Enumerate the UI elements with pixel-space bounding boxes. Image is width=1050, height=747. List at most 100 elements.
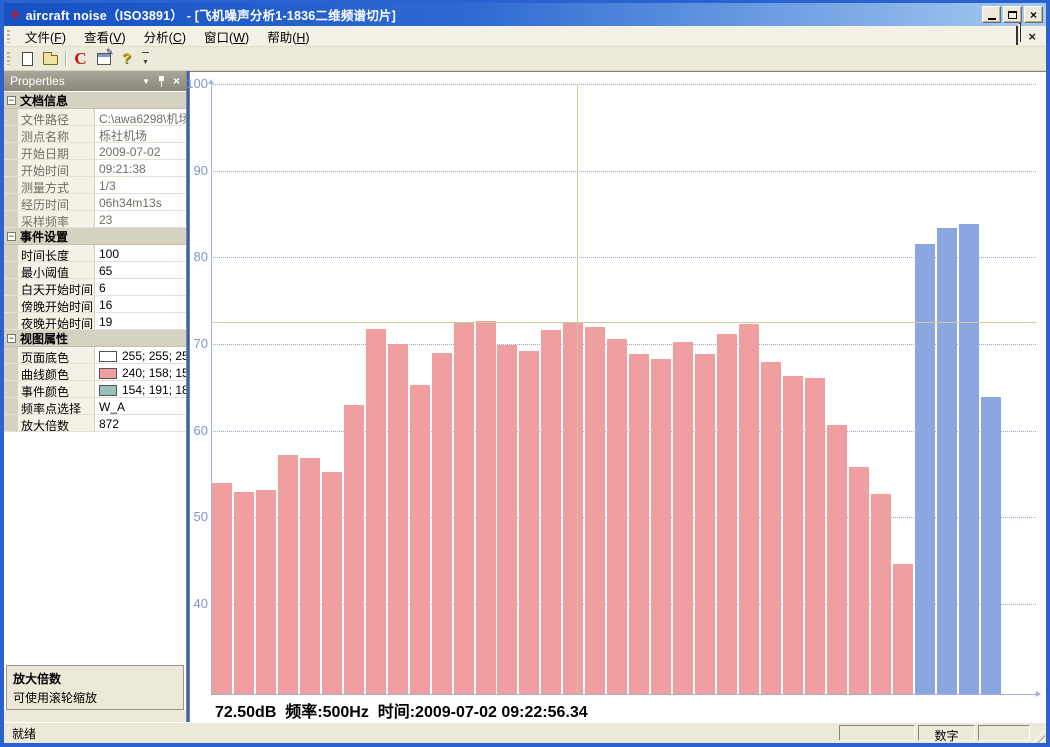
- property-label: 测点名称: [18, 126, 95, 142]
- menu-item-V[interactable]: 查看(V): [75, 25, 135, 48]
- property-value[interactable]: 65: [95, 262, 186, 278]
- property-label: 最小阈值: [18, 262, 95, 278]
- property-value[interactable]: 16: [95, 296, 186, 312]
- app-airplane-icon: ✈: [9, 6, 22, 24]
- property-value[interactable]: 栎社机场: [95, 126, 186, 142]
- category-row[interactable]: −文档信息: [4, 92, 186, 109]
- spectrum-bar[interactable]: [541, 330, 561, 694]
- property-value[interactable]: 6: [95, 279, 186, 295]
- spectrum-bar[interactable]: [717, 334, 737, 694]
- spectrum-bar[interactable]: [563, 322, 583, 694]
- property-value[interactable]: 23: [95, 211, 186, 227]
- property-value[interactable]: 100: [95, 245, 186, 261]
- toolbar-drag-handle[interactable]: [7, 52, 10, 65]
- property-label: 采样频率: [18, 211, 95, 227]
- spectrum-bar[interactable]: [410, 385, 430, 694]
- row-indent: [4, 262, 18, 278]
- spectrum-bar[interactable]: [673, 342, 693, 694]
- property-label: 夜晚开始时间: [18, 313, 95, 329]
- category-row[interactable]: −视图属性: [4, 330, 186, 347]
- property-value[interactable]: 240; 158; 15: [95, 364, 186, 380]
- spectrum-bar[interactable]: [300, 458, 320, 694]
- property-value[interactable]: 1/3: [95, 177, 186, 193]
- spectrum-bar[interactable]: [849, 467, 869, 694]
- panel-pin-icon[interactable]: [157, 76, 166, 87]
- spectrum-bar[interactable]: [476, 321, 496, 694]
- property-value[interactable]: 154; 191; 18: [95, 381, 186, 397]
- spectrum-bar[interactable]: [783, 376, 803, 694]
- spectrum-bar[interactable]: [366, 329, 386, 694]
- property-value[interactable]: 06h34m13s: [95, 194, 186, 210]
- property-value[interactable]: W_A: [95, 398, 186, 414]
- properties-button[interactable]: [92, 48, 115, 69]
- spectrum-bar[interactable]: [454, 323, 474, 694]
- y-gridline: [211, 171, 1036, 172]
- spectrum-bar[interactable]: [915, 244, 935, 694]
- spectrum-bar[interactable]: [871, 494, 891, 694]
- property-value[interactable]: 872: [95, 415, 186, 431]
- spectrum-bar[interactable]: [278, 455, 298, 694]
- title-bar[interactable]: ✈ aircraft noise（ISO3891） - [飞机噪声分析1-183…: [4, 3, 1046, 26]
- status-boxes: 数字: [839, 725, 1046, 741]
- analysis-button[interactable]: C: [69, 48, 92, 69]
- properties-panel-header: Properties ▼ ×: [4, 71, 186, 91]
- menu-item-W[interactable]: 窗口(W): [195, 25, 258, 48]
- menu-item-H[interactable]: 帮助(H): [258, 25, 318, 48]
- spectrum-bar[interactable]: [805, 378, 825, 694]
- spectrum-bar[interactable]: [761, 362, 781, 694]
- open-file-button[interactable]: [39, 48, 62, 69]
- spectrum-bar[interactable]: [937, 228, 957, 694]
- spectrum-bar[interactable]: [388, 344, 408, 694]
- property-value[interactable]: C:\awa6298\机场: [95, 109, 186, 125]
- spectrum-bar[interactable]: [739, 324, 759, 694]
- spectrum-bar[interactable]: [585, 327, 605, 694]
- menu-drag-handle[interactable]: [7, 30, 10, 43]
- spectrum-bar[interactable]: [519, 351, 539, 694]
- close-button[interactable]: ×: [1024, 6, 1043, 23]
- spectrum-bar[interactable]: [827, 425, 847, 694]
- help-button[interactable]: ?: [115, 48, 138, 69]
- maximize-button[interactable]: [1003, 6, 1022, 23]
- panel-dropdown-icon[interactable]: ▼: [142, 77, 150, 86]
- spectrum-chart[interactable]: 100908070605040 72.50dB 频率:500Hz 时间:2009…: [189, 71, 1046, 722]
- x-axis-line: [211, 694, 1036, 695]
- menu-item-C[interactable]: 分析(C): [135, 25, 195, 48]
- toolbar-overflow-chevron-icon[interactable]: ▼: [142, 52, 149, 66]
- spectrum-bar[interactable]: [234, 492, 254, 694]
- spectrum-bar[interactable]: [212, 483, 232, 694]
- spectrum-bar[interactable]: [629, 354, 649, 694]
- status-box-empty: [978, 725, 1030, 741]
- category-row[interactable]: −事件设置: [4, 228, 186, 245]
- spectrum-bar[interactable]: [256, 490, 276, 694]
- spectrum-bar[interactable]: [651, 359, 671, 694]
- spectrum-bar[interactable]: [959, 224, 979, 694]
- mdi-restore-button[interactable]: [1016, 27, 1018, 45]
- property-row: 事件颜色154; 191; 18: [4, 381, 186, 398]
- property-value[interactable]: 19: [95, 313, 186, 329]
- property-label: 时间长度: [18, 245, 95, 261]
- property-label: 放大倍数: [18, 415, 95, 431]
- color-swatch: [99, 368, 117, 379]
- spectrum-bar[interactable]: [981, 397, 1001, 694]
- property-value[interactable]: 09:21:38: [95, 160, 186, 176]
- spectrum-bar[interactable]: [607, 339, 627, 694]
- spectrum-bar[interactable]: [322, 472, 342, 694]
- spectrum-bar[interactable]: [432, 353, 452, 694]
- menu-item-F[interactable]: 文件(F): [16, 25, 75, 48]
- spectrum-bar[interactable]: [893, 564, 913, 694]
- property-value[interactable]: 255; 255; 25: [95, 347, 186, 363]
- mdi-close-button[interactable]: ×: [1028, 30, 1036, 43]
- spectrum-bar[interactable]: [344, 405, 364, 694]
- property-label: 文件路径: [18, 109, 95, 125]
- properties-panel: Properties ▼ × −文档信息文件路径C:\awa6298\机场测点名…: [4, 71, 187, 722]
- y-tick-label: 50: [178, 509, 208, 524]
- new-document-button[interactable]: [16, 48, 39, 69]
- collapse-toggle-icon[interactable]: −: [7, 334, 16, 343]
- spectrum-bar[interactable]: [695, 354, 715, 694]
- collapse-toggle-icon[interactable]: −: [7, 232, 16, 241]
- property-value[interactable]: 2009-07-02: [95, 143, 186, 159]
- property-label: 测量方式: [18, 177, 95, 193]
- spectrum-bar[interactable]: [497, 345, 517, 694]
- minimize-button[interactable]: [982, 6, 1001, 23]
- collapse-toggle-icon[interactable]: −: [7, 96, 16, 105]
